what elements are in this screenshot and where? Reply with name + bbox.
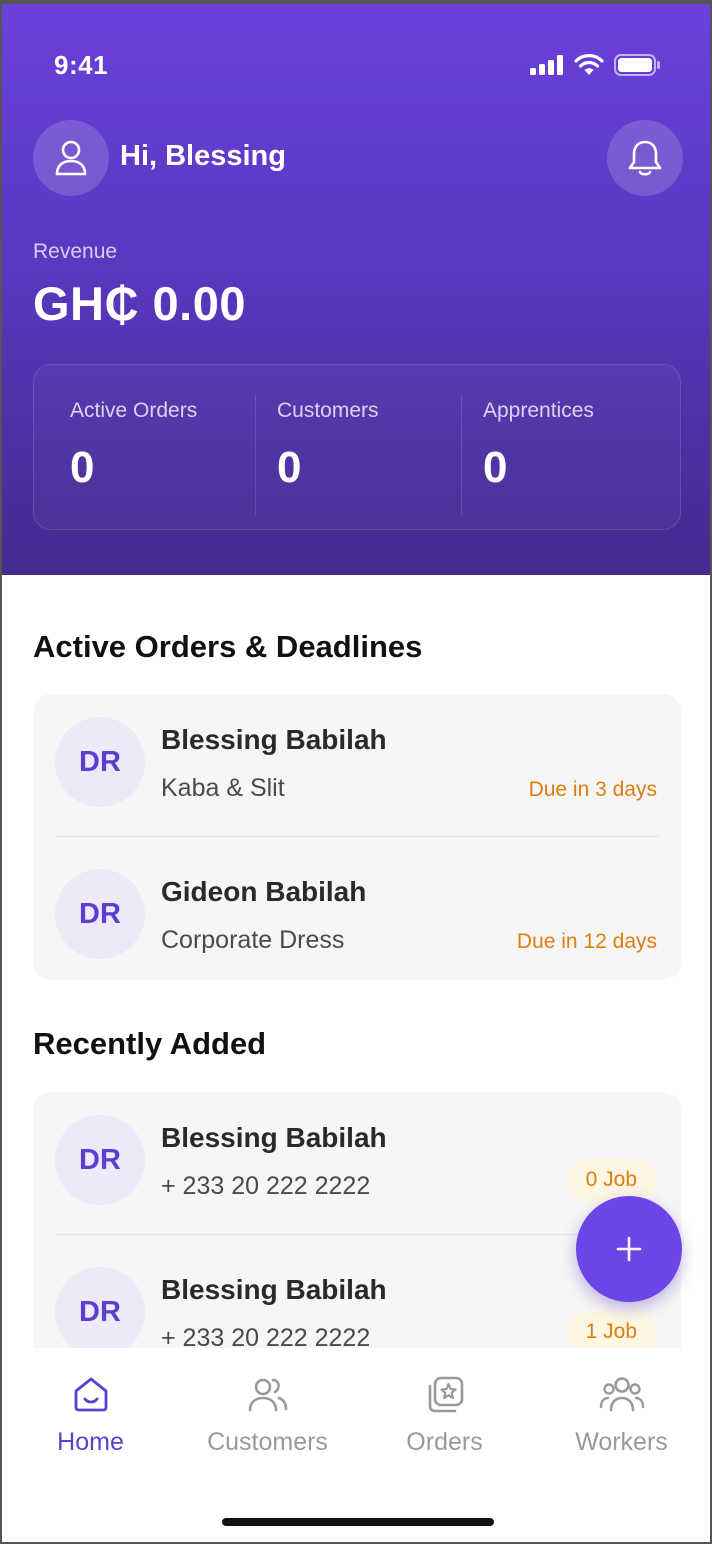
job-count-badge: 0 Job	[565, 1158, 657, 1202]
status-time: 9:41	[54, 50, 109, 80]
status-icons	[530, 54, 660, 76]
tab-orders[interactable]: Orders	[356, 1348, 533, 1468]
avatar: DR	[55, 1115, 145, 1205]
stat-apprentices[interactable]: Apprentices 0	[447, 365, 653, 531]
home-indicator	[222, 1518, 494, 1526]
row-divider	[55, 836, 659, 837]
customers-icon	[248, 1378, 287, 1412]
orders-icon	[428, 1376, 463, 1413]
bell-icon	[628, 140, 662, 176]
revenue-label: Revenue	[33, 240, 118, 263]
customer-name: Blessing Babilah	[161, 724, 387, 755]
profile-avatar-button[interactable]	[33, 120, 109, 196]
tab-customers[interactable]: Customers	[179, 1348, 356, 1468]
active-orders-title: Active Orders & Deadlines	[33, 629, 423, 664]
header-panel: 9:41 Hi, Blessing Revenue GH₵ 0.00 Activ…	[2, 4, 710, 575]
stat-value: 0	[277, 443, 302, 492]
order-row[interactable]: DR Gideon Babilah Corporate Dress Due in…	[33, 846, 681, 980]
stats-card: Active Orders 0 Customers 0 Apprentices …	[33, 364, 681, 530]
customer-name: Blessing Babilah	[161, 1122, 387, 1153]
home-icon	[74, 1377, 107, 1412]
due-badge: Due in 3 days	[528, 778, 657, 801]
revenue-value: GH₵ 0.00	[33, 277, 246, 330]
stat-label: Active Orders	[70, 399, 198, 422]
notifications-button[interactable]	[607, 120, 683, 196]
add-button[interactable]	[576, 1196, 682, 1302]
customer-phone: + 233 20 222 2222	[161, 1324, 371, 1348]
order-item: Corporate Dress	[161, 926, 345, 954]
cellular-signal-icon	[530, 55, 563, 75]
active-orders-list: DR Blessing Babilah Kaba & Slit Due in 3…	[33, 694, 681, 980]
customer-phone: + 233 20 222 2222	[161, 1172, 371, 1200]
user-icon	[55, 140, 87, 176]
row-divider	[55, 1234, 659, 1235]
tab-label: Orders	[406, 1428, 483, 1456]
recently-added-title: Recently Added	[33, 1026, 267, 1061]
workers-icon	[599, 1377, 644, 1412]
order-row[interactable]: DR Blessing Babilah Kaba & Slit Due in 3…	[33, 694, 681, 845]
wifi-icon	[574, 54, 604, 75]
tab-workers[interactable]: Workers	[533, 1348, 710, 1468]
greeting-row: Hi, Blessing	[33, 120, 683, 196]
stat-label: Apprentices	[483, 399, 594, 422]
avatar: DR	[55, 869, 145, 959]
customer-name: Gideon Babilah	[161, 876, 367, 907]
stat-value: 0	[483, 443, 508, 492]
phone-screen: 9:41 Hi, Blessing Revenue GH₵ 0.00 Activ…	[2, 4, 710, 1542]
tab-label: Workers	[575, 1428, 668, 1456]
tab-label: Home	[57, 1428, 124, 1456]
status-bar: 9:41	[2, 4, 710, 124]
order-item: Kaba & Slit	[161, 774, 285, 802]
job-count-badge: 1 Job	[565, 1310, 657, 1348]
avatar: DR	[55, 717, 145, 807]
stat-value: 0	[70, 443, 95, 492]
customer-name: Blessing Babilah	[161, 1274, 387, 1305]
plus-icon	[616, 1236, 642, 1262]
tab-label: Customers	[207, 1428, 328, 1456]
due-badge: Due in 12 days	[516, 930, 657, 953]
avatar: DR	[55, 1267, 145, 1348]
tab-home[interactable]: Home	[2, 1348, 179, 1468]
stat-active-orders[interactable]: Active Orders 0	[34, 365, 240, 531]
stat-customers[interactable]: Customers 0	[241, 365, 447, 531]
battery-icon	[614, 54, 660, 76]
stat-label: Customers	[277, 399, 379, 422]
bottom-tab-bar: Home Customers Orders Workers	[2, 1348, 710, 1542]
greeting-text: Hi, Blessing	[120, 140, 286, 172]
